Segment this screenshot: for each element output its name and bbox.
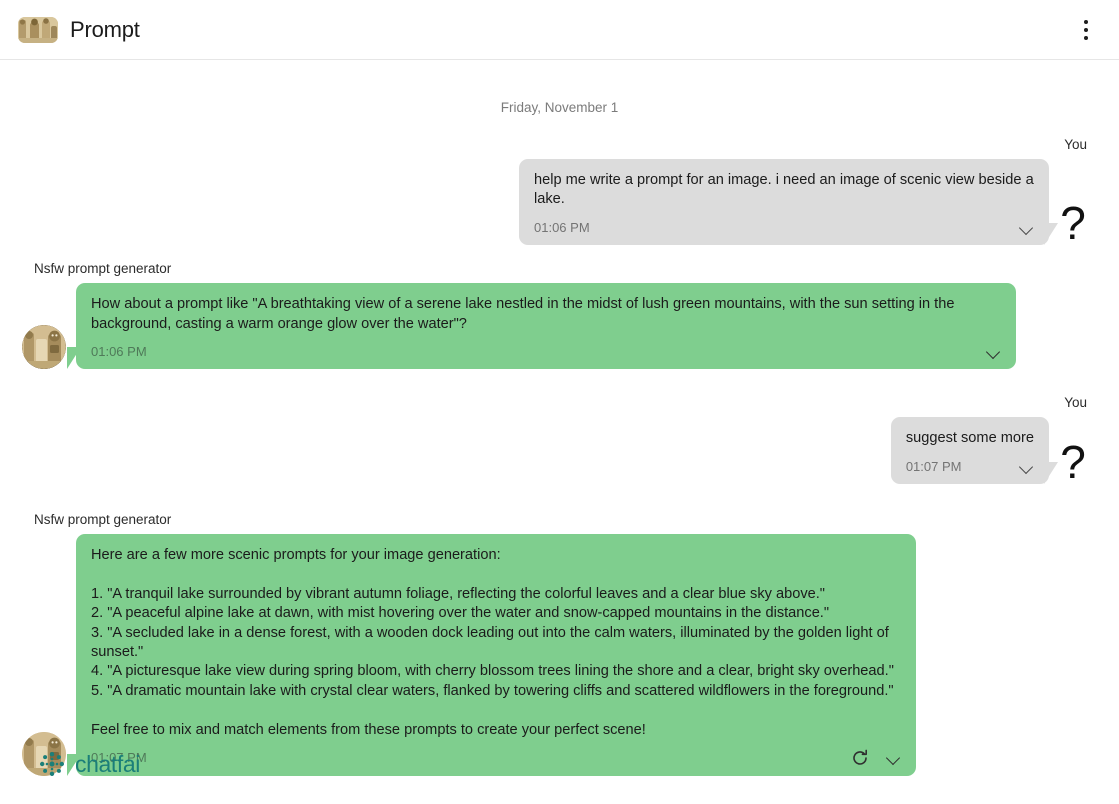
chevron-down-icon[interactable]	[1020, 223, 1034, 232]
message-list: Friday, November 1 You help me write a p…	[0, 60, 1119, 802]
brand-name: chatfai	[75, 750, 140, 777]
chat-window: Prompt Friday, November 1 You help me wr…	[0, 0, 1119, 804]
message-meta: 01:06 PM	[534, 219, 1034, 236]
message-bubble-user[interactable]: help me write a prompt for an image. i n…	[519, 159, 1058, 246]
avatar-bot[interactable]	[22, 325, 66, 370]
message-text: suggest some more	[905, 430, 1034, 447]
chatfai-logo-icon	[38, 750, 66, 778]
brand-footer: chatfai	[38, 750, 140, 778]
chevron-down-icon[interactable]	[987, 347, 1001, 356]
message-sender: Nsfw prompt generator	[34, 261, 172, 277]
date-separator: Friday, November 1	[500, 100, 619, 115]
message-text: help me write a prompt for an image. i n…	[534, 172, 1038, 208]
chat-header: Prompt	[0, 0, 1119, 60]
message-time: 01:06 PM	[534, 219, 590, 235]
message-actions	[961, 347, 1001, 356]
message-actions	[994, 223, 1034, 232]
more-options-icon[interactable]	[1073, 15, 1099, 45]
message-sender: You	[1064, 137, 1087, 152]
message-text: How about a prompt like "A breathtaking …	[91, 296, 959, 332]
message-actions	[825, 749, 901, 767]
message-meta: 01:07 PM	[906, 458, 1034, 475]
message-row-user: You help me write a prompt for an image.…	[0, 137, 1119, 246]
message-meta: 01:06 PM	[91, 343, 1001, 360]
message-meta: 01:07 PM	[91, 749, 901, 767]
message-text: Here are a few more scenic prompts for y…	[91, 546, 894, 738]
character-avatar-icon[interactable]	[18, 16, 58, 43]
message-row-bot: Nsfw prompt generator	[0, 261, 1119, 370]
message-bubble-bot[interactable]: How about a prompt like "A breathtaking …	[67, 283, 1016, 370]
message-sender: Nsfw prompt generator	[34, 511, 172, 527]
message-bubble-bot[interactable]: Here are a few more scenic prompts for y…	[67, 533, 916, 776]
message-row-user: You suggest some more 01:07 PM ?	[0, 395, 1119, 485]
page-title: Prompt	[70, 16, 140, 42]
chevron-down-icon[interactable]	[887, 753, 901, 762]
regenerate-icon[interactable]	[851, 749, 869, 767]
message-row-bot: Nsfw prompt generator	[0, 512, 1119, 776]
message-bubble-user[interactable]: suggest some more 01:07 PM	[890, 417, 1059, 484]
message-time: 01:07 PM	[905, 458, 962, 474]
message-time: 01:06 PM	[91, 343, 147, 359]
chevron-down-icon[interactable]	[1020, 462, 1034, 471]
message-actions	[994, 462, 1034, 471]
message-sender: You	[1064, 395, 1087, 411]
